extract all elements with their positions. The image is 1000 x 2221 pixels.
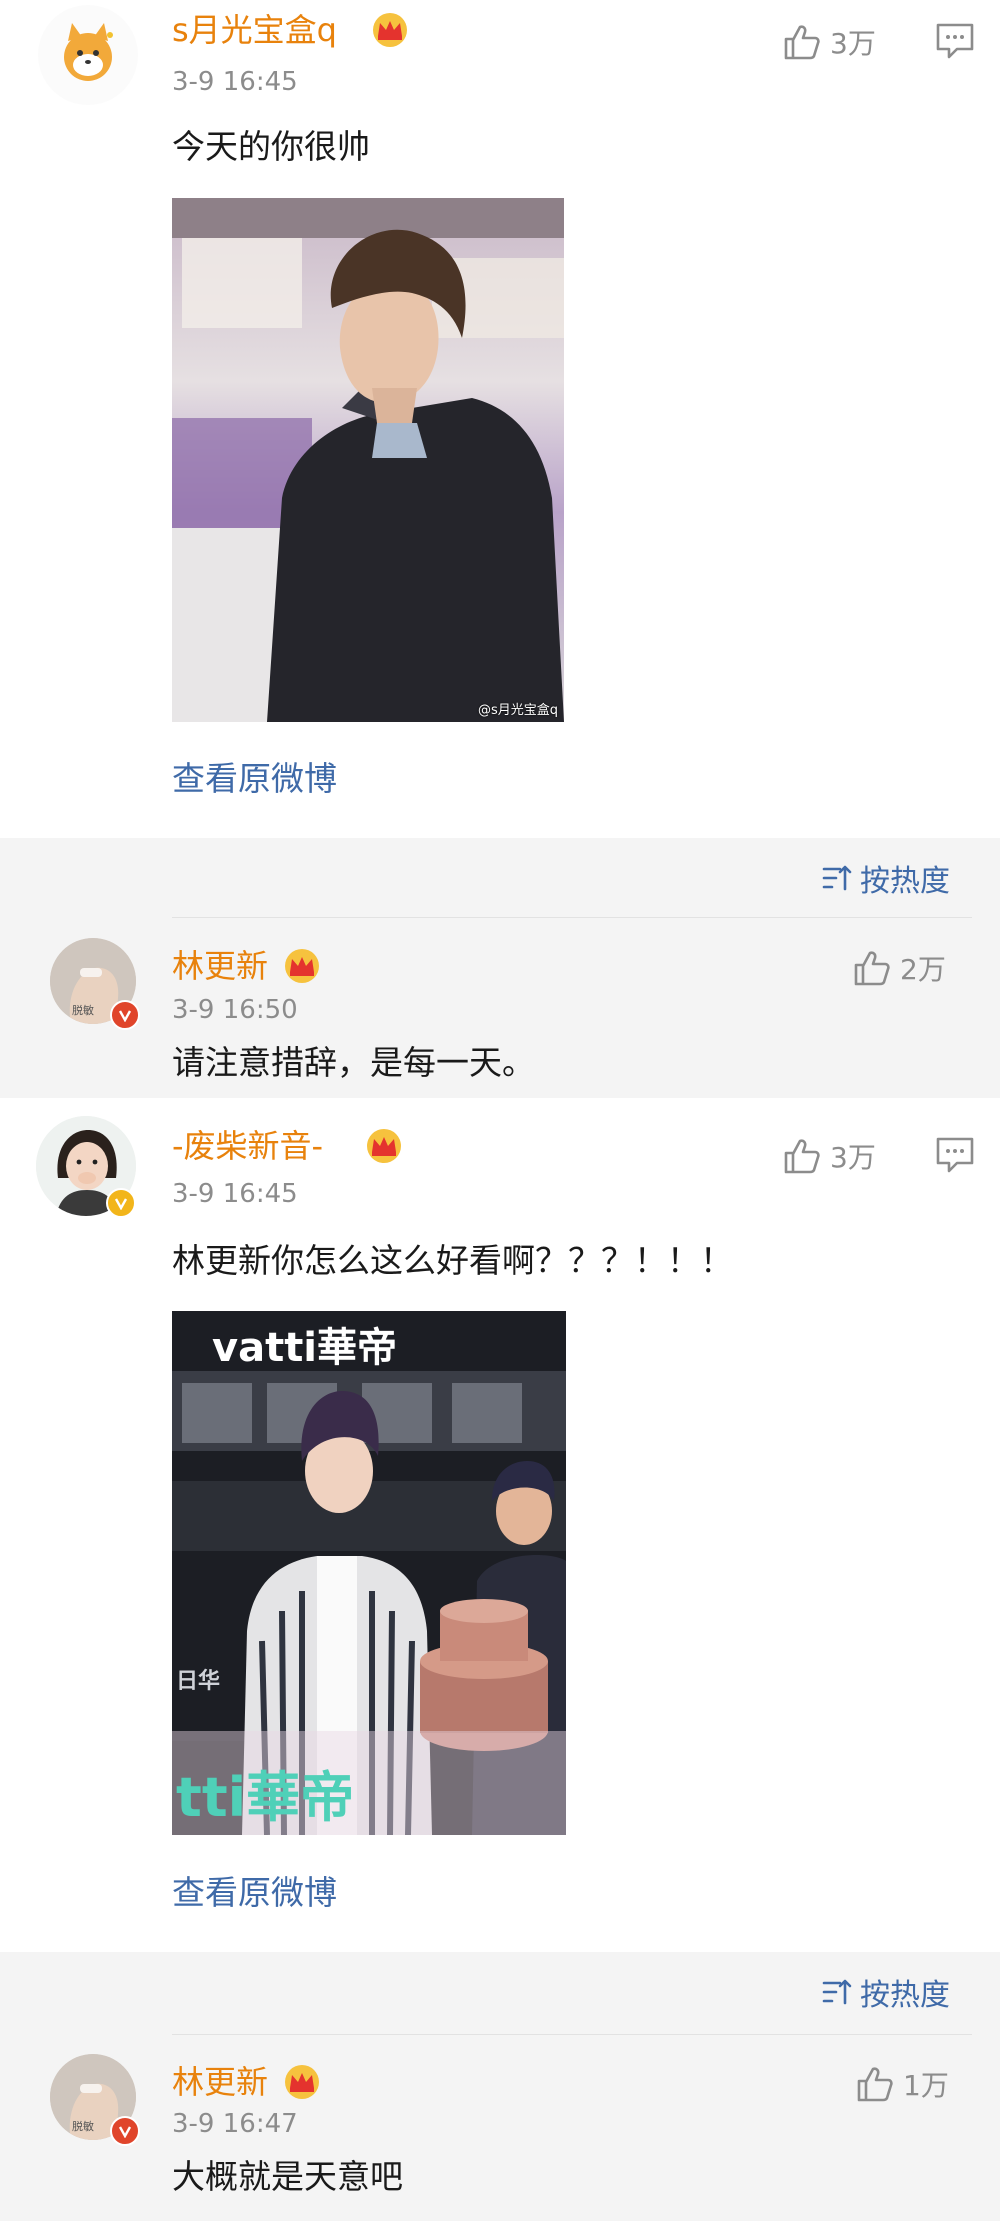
avatar[interactable]: [38, 5, 138, 105]
thumbs-up-icon: [784, 1139, 820, 1174]
reply-text: 请注意措辞，是每一天。: [172, 1043, 535, 1082]
sort-label: 按热度: [860, 1978, 950, 2013]
username[interactable]: -废柴新音-: [172, 1126, 323, 1166]
photo-brand-top: vatti華帝: [212, 1325, 398, 1371]
photo-watermark: @s月光宝盒q: [477, 703, 558, 718]
thumbs-up-icon: [857, 2067, 893, 2102]
svg-text:脱敏: 脱敏: [72, 2119, 94, 2133]
verified-v-icon: [114, 1198, 128, 1210]
mall-portrait-image: [172, 198, 564, 722]
sort-by-heat-button[interactable]: 按热度: [822, 1970, 950, 2014]
shiba-avatar-icon: [64, 23, 113, 81]
view-original-link[interactable]: 查看原微博: [172, 1872, 337, 1914]
post-text: 林更新你怎么这么好看啊？？？！！！: [172, 1241, 733, 1280]
username[interactable]: 林更新: [172, 946, 268, 986]
timestamp: 3-9 16:45: [172, 1179, 298, 1209]
sort-by-heat-button[interactable]: 按热度: [822, 856, 950, 900]
thumbs-up-icon: [854, 951, 890, 986]
post-card-1: s月光宝盒q 3-9 16:45 3万 今天的你很帅 @s月光宝盒q 查看原微博: [0, 0, 1000, 838]
timestamp: 3-9 16:47: [172, 2109, 298, 2139]
timestamp: 3-9 16:45: [172, 67, 298, 97]
verified-badge: [110, 2116, 140, 2146]
reply-panel-1: 按热度 脱敏 林更新 3-9 16:50 2万 请注意措辞，是每一天。: [0, 838, 1000, 1098]
reply-text: 大概就是天意吧: [172, 2157, 403, 2196]
like-count: 1万: [903, 2069, 949, 2102]
post-text: 今天的你很帅: [172, 127, 370, 166]
like-count: 3万: [830, 27, 876, 60]
post-photo[interactable]: @s月光宝盒q: [172, 198, 564, 722]
like-button[interactable]: 1万: [855, 2064, 949, 2104]
post-card-2: -废柴新音- 3-9 16:45 3万 林更新你怎么这么好看啊？？？！！！ va…: [0, 1098, 1000, 1952]
like-count: 3万: [830, 1141, 876, 1174]
username[interactable]: s月光宝盒q: [172, 10, 337, 50]
sort-icon: [822, 1979, 852, 2005]
comment-icon[interactable]: [935, 22, 975, 60]
divider: [172, 2034, 972, 2035]
view-original-link[interactable]: 查看原微博: [172, 758, 337, 800]
thumbs-up-icon: [784, 25, 820, 60]
sort-icon: [822, 865, 852, 891]
like-button[interactable]: 2万: [852, 948, 946, 988]
like-button[interactable]: 3万: [782, 22, 876, 62]
verified-badge: [110, 1000, 140, 1030]
timestamp: 3-9 16:50: [172, 995, 298, 1025]
crown-icon: [285, 2065, 319, 2099]
verified-v-icon: [118, 1010, 132, 1022]
verified-badge: [106, 1188, 136, 1218]
comment-icon[interactable]: [935, 1136, 975, 1174]
crown-icon: [373, 13, 407, 47]
reply-panel-2: 按热度 脱敏 林更新 3-9 16:47 1万 大概就是天意吧: [0, 1952, 1000, 2221]
post-photo[interactable]: vatti華帝 日华 tti華帝: [172, 1311, 566, 1835]
svg-text:脱敏: 脱敏: [72, 1003, 94, 1017]
photo-brand-bottom: tti華帝: [176, 1766, 355, 1829]
like-button[interactable]: 3万: [782, 1136, 876, 1176]
sort-label: 按热度: [860, 864, 950, 899]
crown-icon: [285, 949, 319, 983]
username[interactable]: 林更新: [172, 2062, 268, 2102]
crown-icon: [367, 1129, 401, 1163]
verified-v-icon: [118, 2126, 132, 2138]
divider: [172, 917, 972, 918]
like-count: 2万: [900, 953, 946, 986]
photo-side-text: 日华: [176, 1669, 221, 1694]
